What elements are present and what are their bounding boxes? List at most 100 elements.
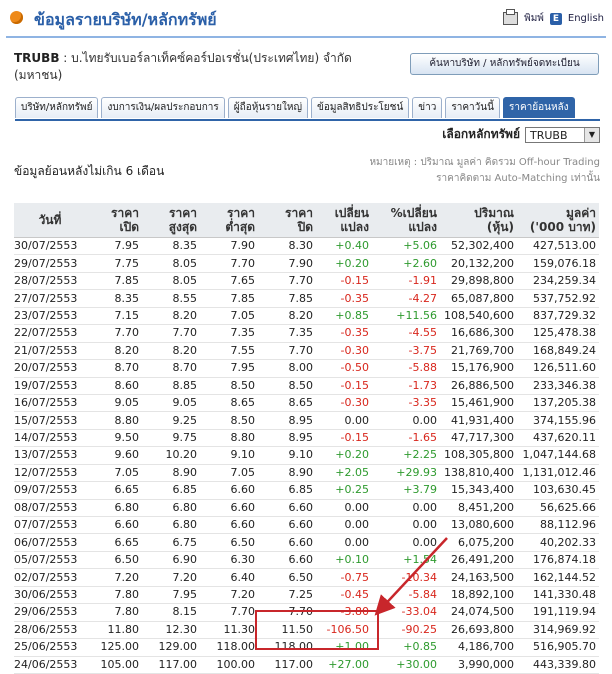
table-cell: +29.93 (372, 464, 440, 483)
table-cell: 0.00 (372, 411, 440, 430)
tab-2[interactable]: ผู้ถือหุ้นรายใหญ่ (227, 97, 308, 118)
table-cell: 7.95 (86, 237, 142, 256)
company-name: TRUBB : บ.ไทยรับเบอร์ลาเท็คซ์คอร์ปอเรชั่… (14, 51, 352, 82)
table-cell: 6.60 (258, 533, 316, 552)
date-cell: 21/07/2553 (14, 342, 86, 361)
table-cell: +2.60 (372, 254, 440, 273)
table-cell: +0.40 (316, 237, 372, 256)
table-cell: 7.70 (200, 603, 258, 622)
table-cell: 100.00 (200, 656, 258, 674)
table-cell: 7.05 (200, 307, 258, 326)
table-cell: 7.90 (200, 237, 258, 256)
tab-0[interactable]: บริษัท/หลักทรัพย์ (15, 97, 99, 118)
table-cell: 26,886,500 (440, 377, 517, 395)
table-cell: 8.80 (200, 429, 258, 448)
column-header: ราคา สูงสุด (142, 203, 200, 238)
column-header-line-1: %เปลี่ยน (390, 206, 437, 220)
table-cell: 15,343,400 (440, 481, 517, 500)
english-link[interactable]: English (568, 13, 604, 24)
column-header-line-1: วันที่ (38, 213, 62, 227)
date-cell: 07/07/2553 (14, 516, 86, 535)
table-cell: 3,990,000 (440, 656, 517, 674)
table-cell: 516,905.70 (517, 638, 599, 657)
date-cell: 25/06/2553 (14, 638, 86, 657)
table-cell: 9.05 (86, 394, 142, 413)
header-tools: พิมพ์ E English (503, 9, 604, 26)
table-row: 14/07/2553 9.50 9.75 8.80 8.95 -0.15 -1.65 47,7… (14, 429, 599, 448)
table-row: 16/07/2553 9.05 9.05 8.65 8.65 -0.30 -3.35 15,4… (14, 394, 599, 413)
table-cell: -0.75 (316, 568, 372, 587)
table-cell: 129.00 (142, 638, 200, 657)
table-cell: 141,330.48 (517, 586, 599, 605)
table-cell: 10.20 (142, 446, 200, 465)
table-cell: 15,461,900 (440, 394, 517, 413)
printer-icon[interactable] (503, 9, 519, 25)
tab-1[interactable]: งบการเงิน/ผลประกอบการ (101, 97, 225, 118)
table-cell: 7.85 (86, 272, 142, 291)
column-header-line-2: แปลง (340, 220, 369, 234)
table-cell: 0.00 (372, 533, 440, 552)
table-cell: 6.50 (86, 551, 142, 570)
table-cell: 7.75 (86, 254, 142, 273)
tab-6[interactable]: ราคาย้อนหลัง (502, 97, 575, 118)
table-cell: +0.10 (316, 551, 372, 570)
table-cell: 6.50 (200, 533, 258, 552)
table-row: 09/07/2553 6.65 6.85 6.60 6.85 +0.25 +3.79 15,3… (14, 481, 599, 500)
orange-bullet-icon (10, 11, 23, 24)
english-flag-icon[interactable]: E (549, 12, 562, 25)
table-cell: 8.65 (258, 394, 316, 413)
table-cell: 233,346.38 (517, 377, 599, 395)
tab-5[interactable]: ราคาวันนี้ (445, 97, 500, 118)
column-header: เปลี่ยน แปลง (316, 203, 372, 238)
column-header: ราคา ปิด (258, 203, 316, 238)
table-cell: -3.35 (372, 394, 440, 413)
table-cell: +0.85 (372, 638, 440, 657)
table-cell: 65,087,800 (440, 289, 517, 308)
table-body: 30/07/2553 7.95 8.35 7.90 8.30 +0.40 +5.06 52,3… (14, 237, 599, 674)
tab-3[interactable]: ข้อมูลสิทธิประโยชน์ (310, 97, 410, 118)
table-cell: +27.00 (316, 656, 372, 674)
table-cell: 9.05 (142, 394, 200, 413)
table-cell: 8.00 (258, 359, 316, 378)
table-cell: -5.88 (372, 359, 440, 378)
table-cell: 234,259.34 (517, 272, 599, 291)
table-cell: 537,752.92 (517, 289, 599, 308)
table-cell: 6.50 (258, 568, 316, 587)
table-cell: 8.50 (200, 377, 258, 395)
table-cell: 26,693,800 (440, 621, 517, 640)
search-company-button[interactable]: ค้นหาบริษัท / หลักทรัพย์จดทะเบียน (410, 53, 599, 75)
chevron-down-icon[interactable]: ▼ (584, 127, 599, 142)
table-cell: 8.85 (142, 377, 200, 395)
table-cell: -90.25 (372, 621, 440, 640)
table-row: 21/07/2553 8.20 8.20 7.55 7.70 -0.30 -3.75 21,7… (14, 342, 599, 361)
table-row: 07/07/2553 6.60 6.80 6.60 6.60 0.00 0.00 13,080… (14, 516, 599, 535)
table-cell: 8.20 (86, 342, 142, 361)
column-header-line-1: ราคา (227, 206, 255, 220)
date-cell: 30/07/2553 (14, 237, 86, 256)
table-cell: -0.35 (316, 289, 372, 308)
table-cell: 6.80 (142, 499, 200, 518)
date-cell: 13/07/2553 (14, 446, 86, 465)
table-cell: 18,892,100 (440, 586, 517, 605)
table-cell: 13,080,600 (440, 516, 517, 535)
table-cell: 4,186,700 (440, 638, 517, 657)
security-select[interactable]: TRUBB ▼ (525, 126, 600, 143)
table-cell: 6.85 (258, 481, 316, 500)
print-link[interactable]: พิมพ์ (524, 11, 544, 26)
table-cell: 191,119.94 (517, 603, 599, 622)
table-cell: +0.20 (316, 446, 372, 465)
table-cell: 8.35 (142, 237, 200, 256)
table-cell: 8.90 (258, 464, 316, 483)
table-row: 13/07/2553 9.60 10.20 9.10 9.10 +0.20 +2.25 108… (14, 446, 599, 465)
table-cell: 6.60 (258, 551, 316, 570)
table-cell: 7.35 (258, 324, 316, 343)
table-cell: 7.05 (86, 464, 142, 483)
tab-4[interactable]: ข่าว (412, 97, 443, 118)
table-cell: 7.70 (258, 342, 316, 361)
table-cell: 6.60 (200, 481, 258, 500)
table-cell: 314,969.92 (517, 621, 599, 640)
date-cell: 09/07/2553 (14, 481, 86, 500)
table-row: 30/06/2553 7.80 7.95 7.20 7.25 -0.45 -5.84 18,8… (14, 586, 599, 605)
table-cell: 8.15 (142, 603, 200, 622)
table-cell: +5.06 (372, 237, 440, 256)
